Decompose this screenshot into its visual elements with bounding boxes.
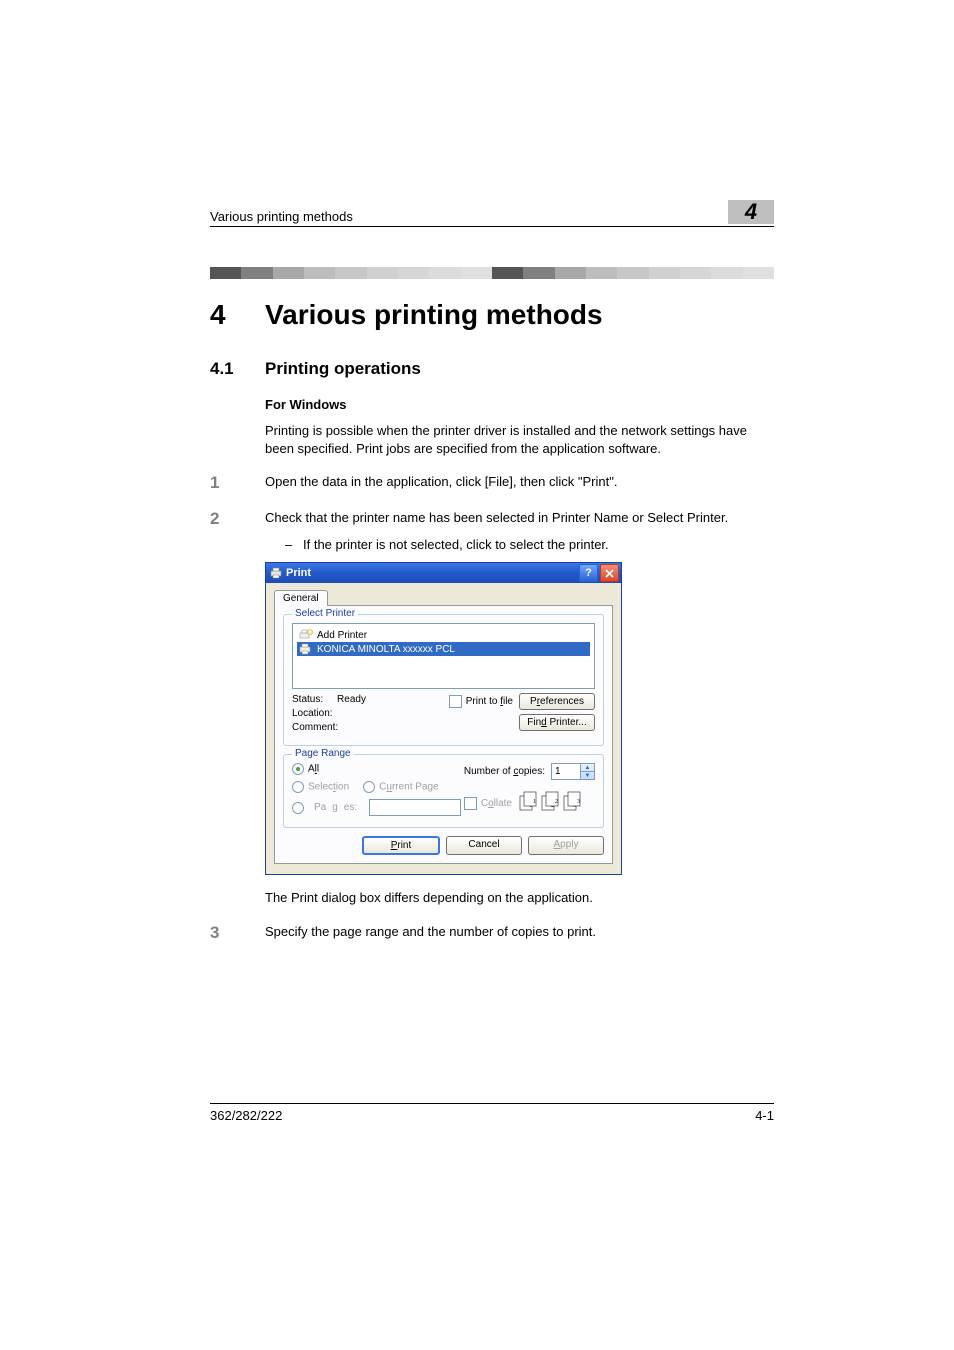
printer-icon [270, 567, 282, 579]
printer-icon [299, 643, 313, 655]
dialog-titlebar: Print ? [266, 563, 621, 583]
printer-item-selected-label: KONICA MINOLTA xxxxxx PCL [317, 644, 455, 655]
copies-input[interactable] [552, 764, 580, 779]
location-label: Location: [292, 707, 366, 721]
radio-pages: Pages: [292, 799, 461, 816]
pages-input [369, 799, 461, 816]
svg-text:1: 1 [533, 799, 536, 805]
find-printer-button[interactable]: Find Printer... [519, 714, 595, 731]
spinner-down-icon[interactable]: ▼ [581, 771, 594, 779]
preferences-button[interactable]: Preferences [519, 693, 595, 710]
dialog-note: The Print dialog box differs depending o… [265, 889, 774, 907]
spinner-up-icon[interactable]: ▲ [581, 764, 594, 771]
bullet-dash: – [285, 537, 303, 552]
chapter-title: Various printing methods [265, 299, 603, 331]
chapter-number: 4 [210, 299, 265, 331]
status-value: Ready [337, 694, 366, 705]
dialog-title: Print [286, 567, 577, 579]
cancel-button[interactable]: Cancel [446, 836, 522, 855]
help-button[interactable]: ? [579, 564, 598, 582]
step-text-2: Check that the printer name has been sel… [265, 509, 774, 529]
tab-general[interactable]: General [274, 590, 328, 606]
select-printer-legend: Select Printer [292, 608, 358, 619]
intro-paragraph: Printing is possible when the printer dr… [265, 422, 774, 457]
printer-item-add[interactable]: Add Printer [297, 628, 590, 642]
subheading-for-windows: For Windows [265, 397, 774, 412]
collate-icon: 1 1 2 2 3 3 [518, 790, 588, 817]
close-button[interactable] [600, 564, 619, 582]
section-title: Printing operations [265, 359, 421, 379]
step-number-2: 2 [210, 509, 265, 529]
collate-checkbox: Collate [464, 797, 512, 810]
section-number: 4.1 [210, 359, 265, 379]
status-label: Status: [292, 694, 323, 705]
num-copies-label: Number of copies: [464, 766, 545, 777]
running-title: Various printing methods [210, 209, 353, 224]
print-dialog: Print ? General Select Printer [265, 562, 622, 875]
comment-label: Comment: [292, 721, 366, 735]
group-select-printer: Select Printer Add Printer [283, 614, 604, 746]
printer-list[interactable]: Add Printer KONICA MINOLTA xxxxxx PCL [292, 623, 595, 689]
step-2-bullet: If the printer is not selected, click to… [303, 537, 609, 552]
print-button[interactable]: Print [362, 836, 440, 855]
copies-spinner[interactable]: ▲▼ [551, 763, 595, 780]
step-number-3: 3 [210, 923, 265, 943]
step-text-1: Open the data in the application, click … [265, 473, 774, 493]
printer-item-add-label: Add Printer [317, 630, 367, 641]
footer-right: 4-1 [755, 1108, 774, 1123]
group-page-range: Page Range All Selection Current Page Pa… [283, 754, 604, 828]
printer-item-selected[interactable]: KONICA MINOLTA xxxxxx PCL [297, 642, 590, 656]
footer-left: 362/282/222 [210, 1108, 282, 1123]
print-to-file-label: Print to file [466, 696, 513, 707]
radio-all[interactable]: All [292, 763, 461, 775]
decorative-stripe [210, 267, 774, 279]
add-printer-icon [299, 629, 313, 641]
apply-button: Apply [528, 836, 604, 855]
step-text-3: Specify the page range and the number of… [265, 923, 774, 943]
chapter-badge: 4 [728, 200, 774, 224]
svg-text:2: 2 [555, 799, 558, 805]
step-number-1: 1 [210, 473, 265, 493]
radio-current-page: Current Page [363, 781, 439, 793]
svg-text:3: 3 [577, 799, 580, 805]
radio-selection: Selection [292, 781, 349, 793]
page-range-legend: Page Range [292, 748, 354, 759]
print-to-file-checkbox[interactable]: Print to file [449, 695, 513, 708]
